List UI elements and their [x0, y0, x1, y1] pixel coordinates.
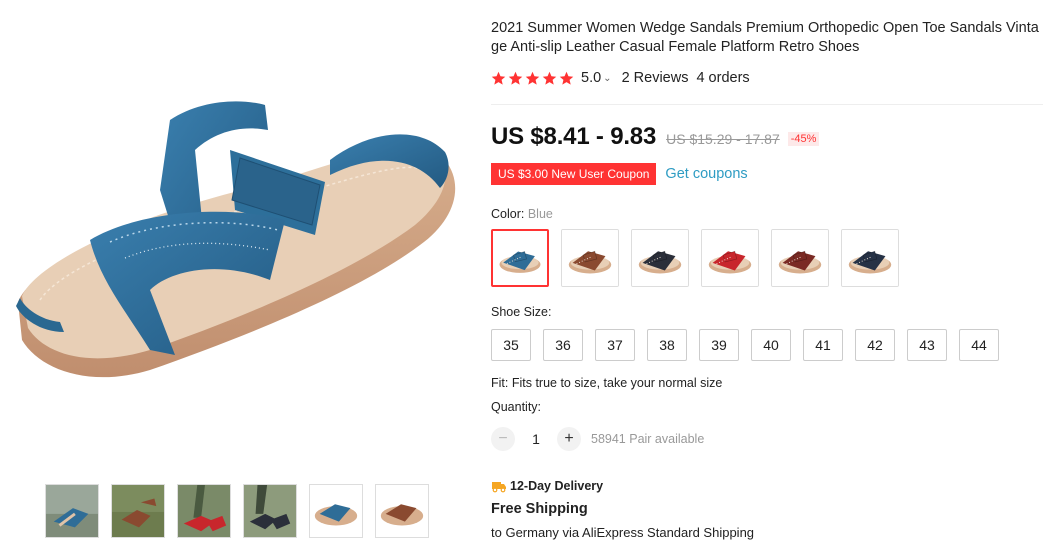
original-price: US $15.29 - 17.87 — [666, 131, 780, 147]
star-icon — [508, 71, 523, 85]
thumbnail-3[interactable] — [177, 484, 231, 538]
thumbnail-4[interactable] — [243, 484, 297, 538]
size-option-37[interactable]: 37 — [595, 329, 635, 361]
star-icon — [542, 71, 557, 85]
star-icon — [491, 71, 506, 85]
color-swatch-wine[interactable] — [771, 229, 829, 287]
new-user-coupon-badge: US $3.00 New User Coupon — [488, 163, 657, 185]
swatch-sandal-image — [772, 230, 828, 286]
color-label: Color: Blue — [491, 207, 1043, 223]
size-option-38[interactable]: 38 — [647, 329, 687, 361]
thumb-image — [112, 485, 164, 537]
size-option-42[interactable]: 42 — [855, 329, 895, 361]
coupon-row: US $3.00 New User Coupon Get coupons — [488, 162, 1043, 186]
color-swatch-black[interactable] — [631, 229, 689, 287]
delivery-time: 12-Day Delivery — [510, 479, 604, 493]
sandal-illustration — [16, 101, 456, 378]
color-swatch-navy[interactable] — [841, 229, 899, 287]
thumb-image — [244, 485, 296, 537]
color-swatch-list — [491, 229, 1043, 287]
size-option-39[interactable]: 39 — [699, 329, 739, 361]
color-swatch-brown[interactable] — [561, 229, 619, 287]
chevron-down-icon[interactable]: ⌄ — [603, 73, 611, 84]
quantity-stepper: − 1 + 58941 Pair available — [491, 427, 1043, 451]
reviews-link[interactable]: 2 Reviews — [622, 70, 689, 86]
thumb-image — [376, 485, 428, 537]
thumbnail-strip — [45, 484, 429, 538]
color-swatch-blue[interactable] — [491, 229, 549, 287]
orders-count: 4 orders — [696, 70, 750, 86]
swatch-sandal-image — [702, 230, 758, 286]
selected-color: Blue — [527, 207, 553, 221]
free-shipping-label: Free Shipping — [491, 501, 588, 517]
current-price: US $8.41 - 9.83 — [491, 123, 657, 150]
size-option-44[interactable]: 44 — [959, 329, 999, 361]
size-option-36[interactable]: 36 — [543, 329, 583, 361]
quantity-decrease-button[interactable]: − — [491, 427, 515, 451]
thumbnail-5[interactable] — [309, 484, 363, 538]
rating-row: 5.0 ⌄ 2 Reviews 4 orders — [491, 68, 1043, 88]
discount-badge: -45% — [787, 132, 820, 146]
color-swatch-red[interactable] — [701, 229, 759, 287]
price-row: US $8.41 - 9.83 US $15.29 - 17.87 -45% — [491, 123, 1043, 153]
size-option-35[interactable]: 35 — [491, 329, 531, 361]
star-icon — [559, 71, 574, 85]
delivery-row: 12-Day Delivery — [491, 477, 1043, 495]
quantity-label: Quantity: — [491, 400, 542, 414]
shoe-size-list: 35 36 37 38 39 40 41 42 43 44 — [491, 329, 1043, 361]
get-coupons-link[interactable]: Get coupons — [665, 166, 747, 182]
shipping-method: to Germany via AliExpress Standard Shipp… — [491, 525, 755, 540]
stock-available: 58941 Pair available — [591, 432, 705, 446]
thumbnail-1[interactable] — [45, 484, 99, 538]
color-label-text: Color: — [491, 207, 525, 221]
product-info-panel: 2021 Summer Women Wedge Sandals Premium … — [488, 19, 1043, 541]
star-icon — [525, 71, 540, 85]
divider — [491, 104, 1043, 105]
swatch-sandal-image — [562, 230, 618, 286]
fit-note: Fit: Fits true to size, take your normal… — [491, 376, 723, 390]
size-option-40[interactable]: 40 — [751, 329, 791, 361]
swatch-sandal-image — [842, 230, 898, 286]
swatch-sandal-image — [493, 231, 547, 285]
product-main-image — [0, 70, 470, 400]
thumb-image — [310, 485, 362, 537]
thumbnail-2[interactable] — [111, 484, 165, 538]
truck-icon — [492, 482, 506, 493]
star-rating — [491, 71, 574, 86]
swatch-sandal-image — [632, 230, 688, 286]
shoe-size-label: Shoe Size: — [491, 305, 552, 319]
size-option-43[interactable]: 43 — [907, 329, 947, 361]
product-title: 2021 Summer Women Wedge Sandals Premium … — [491, 20, 1039, 55]
thumbnail-6[interactable] — [375, 484, 429, 538]
thumb-image — [46, 485, 98, 537]
thumb-image — [178, 485, 230, 537]
size-option-41[interactable]: 41 — [803, 329, 843, 361]
rating-value: 5.0 — [581, 70, 602, 86]
quantity-increase-button[interactable]: + — [557, 427, 581, 451]
quantity-value[interactable]: 1 — [515, 431, 557, 447]
